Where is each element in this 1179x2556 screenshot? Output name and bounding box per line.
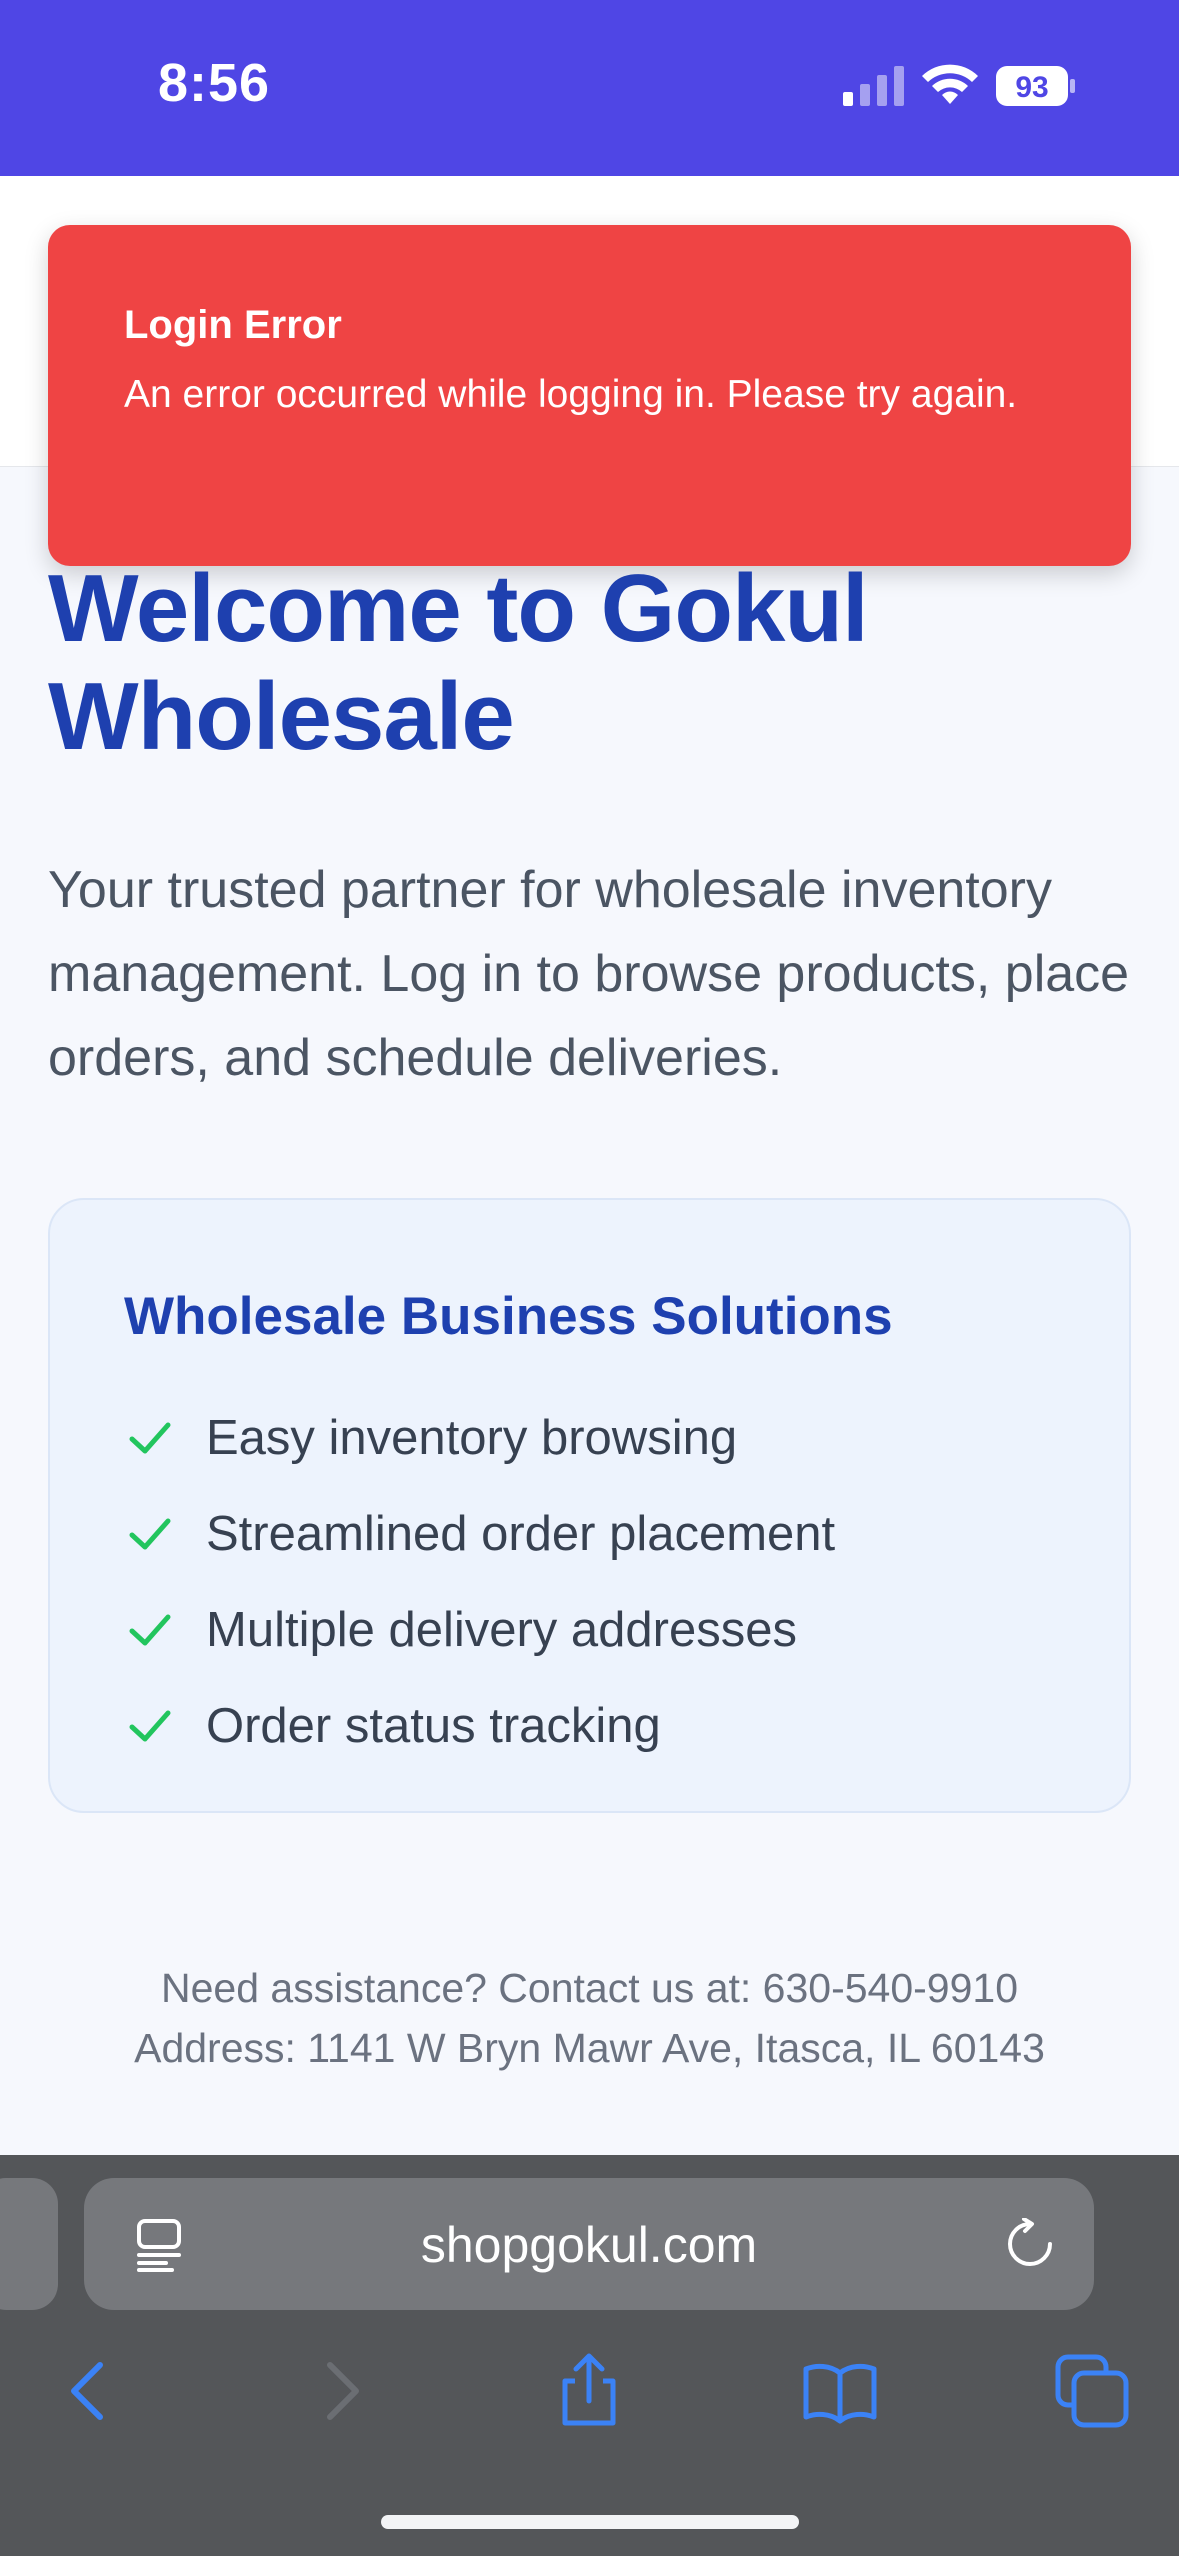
tabs-icon[interactable] <box>1052 2351 1132 2431</box>
back-icon[interactable] <box>48 2351 128 2431</box>
forward-icon[interactable] <box>302 2351 382 2431</box>
feature-label: Order status tracking <box>206 1699 661 1753</box>
battery-icon: 93 <box>996 66 1075 106</box>
page-subtitle: Your trusted partner for wholesale inven… <box>48 861 1130 1087</box>
share-icon[interactable] <box>549 2351 629 2431</box>
page-title: Welcome to Gokul Wholesale <box>48 555 869 770</box>
check-icon <box>129 1614 171 1646</box>
contact-footer: Need assistance? Contact us at: 630-540-… <box>0 1958 1179 2078</box>
browser-toolbar: shopgokul.com <box>0 2155 1179 2556</box>
list-item: Easy inventory browsing <box>124 1390 835 1486</box>
login-error-toast[interactable]: Login Error An error occurred while logg… <box>48 225 1131 566</box>
url-text[interactable]: shopgokul.com <box>84 2216 1094 2274</box>
toast-title: Login Error <box>124 303 342 347</box>
bookmarks-icon[interactable] <box>800 2351 880 2431</box>
solutions-title: Wholesale Business Solutions <box>124 1287 893 1346</box>
check-icon <box>129 1710 171 1742</box>
feature-list: Easy inventory browsing Streamlined orde… <box>124 1390 835 1774</box>
wifi-icon <box>922 64 978 104</box>
battery-level: 93 <box>1015 71 1048 104</box>
toast-message: An error occurred while logging in. Plea… <box>124 373 1018 416</box>
list-item: Multiple delivery addresses <box>124 1582 835 1678</box>
reload-icon[interactable] <box>1004 2218 1056 2270</box>
feature-label: Streamlined order placement <box>206 1507 836 1561</box>
feature-label: Easy inventory browsing <box>206 1411 738 1465</box>
list-item: Streamlined order placement <box>124 1486 835 1582</box>
status-time: 8:56 <box>158 53 271 113</box>
status-bar: 8:56 93 <box>0 0 1179 176</box>
address-bar[interactable]: shopgokul.com <box>84 2178 1094 2310</box>
contact-address: Address: 1141 W Bryn Mawr Ave, Itasca, I… <box>134 2025 1045 2071</box>
browser-nav <box>0 2351 1179 2461</box>
list-item: Order status tracking <box>124 1678 835 1774</box>
previous-tab-peek[interactable] <box>0 2178 58 2310</box>
home-indicator[interactable] <box>381 2515 799 2529</box>
contact-phone: Need assistance? Contact us at: 630-540-… <box>161 1965 1018 2011</box>
solutions-card: Wholesale Business Solutions Easy invent… <box>48 1198 1131 1813</box>
check-icon <box>129 1518 171 1550</box>
check-icon <box>129 1422 171 1454</box>
cellular-signal-icon <box>843 66 904 106</box>
feature-label: Multiple delivery addresses <box>206 1603 797 1657</box>
